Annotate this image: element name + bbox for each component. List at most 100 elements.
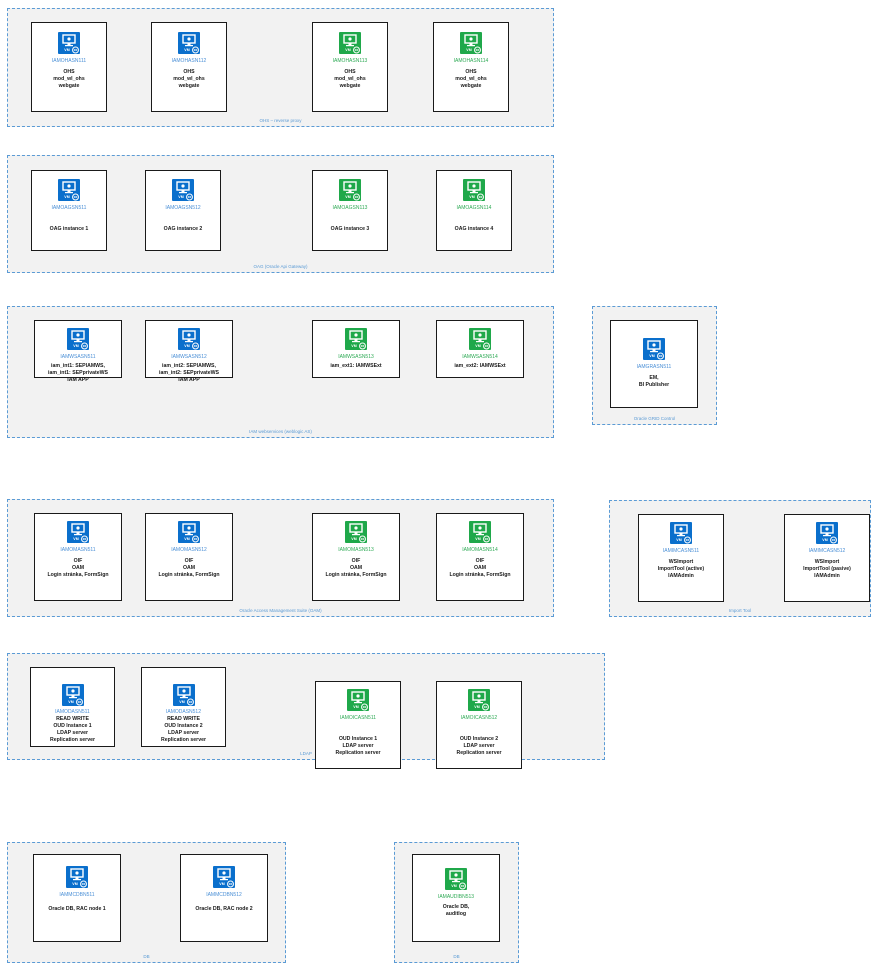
vm-description: OUD Instance 2 LDAP server Replication ser…	[437, 736, 521, 757]
vm-description-line: iam_int1: SEPIAMWS,	[51, 363, 105, 369]
vm-node: VM IAMOMASN514 OIF OAM Login stránka, FormSi…	[436, 513, 524, 601]
vm-monitor-icon: VM	[65, 686, 83, 706]
vm-description-line: webgate	[339, 83, 361, 89]
vm-hostname: IAMWSASN513	[338, 354, 374, 360]
vm-icon: VM	[58, 32, 80, 54]
vm-hostname: IAMODASN511	[55, 709, 90, 715]
vm-hostname: IAMOMASN512	[171, 547, 207, 553]
vm-description-line: Oracle DB, RAC node 2	[195, 906, 253, 912]
vm-node: VM IAMIMCASN512 WSImport ImportTool (pasive…	[784, 514, 870, 602]
vm-hostname: IAMOAGSN512	[165, 205, 201, 211]
vm-description: iam_int1: SEPIAMWS, iam_int1: SEPprivateW…	[35, 363, 121, 384]
vm-icon: VM	[213, 866, 235, 888]
vm-description-line: Oracle DB, RAC node 1	[48, 906, 106, 912]
vm-node: VM IAMIMCASN511 WSImport ImportTool (active…	[638, 514, 724, 602]
svg-text:VM: VM	[72, 882, 77, 886]
vm-description-line: ImportTool (pasive)	[803, 566, 851, 572]
vm-description-line: OUD Instance 1	[338, 736, 378, 742]
vm-description-line: EM,	[649, 375, 659, 381]
vm-description-line: IAM APP	[67, 377, 89, 383]
vm-monitor-icon: VM	[464, 34, 481, 54]
group-label: Oracle Access Management Suite (OAM)	[239, 608, 322, 613]
vm-description-line: Login stránka, FormSign	[158, 572, 220, 578]
vm-description: OUD Instance 1 LDAP server Replication ser…	[316, 736, 400, 757]
vm-node: VM IAMOMASN512 OIF OAM Login stránka, FormSi…	[145, 513, 233, 601]
vm-hostname: IAMOAGSN113	[332, 205, 368, 211]
vm-description: OIF OAM Login stránka, FormSign	[313, 558, 399, 579]
vm-node: VM IAMWSASN512 iam_int2: SEPIAMWS, iam_int2…	[145, 320, 233, 383]
vm-icon: VM	[178, 328, 200, 350]
vm-description-line: mod_wl_ohs	[53, 76, 85, 82]
vm-description: iam_ext2: IAMWSExt	[437, 363, 523, 370]
vm-monitor-icon: VM	[182, 34, 199, 54]
vm-hostname: IAMMCDBN511	[59, 892, 95, 898]
vm-monitor-icon: VM	[62, 181, 79, 201]
vm-description-line: iam_int2: SEPIAMWS,	[162, 363, 216, 369]
vm-description: OHS mod_wl_ohs webgate	[313, 69, 387, 90]
vm-node: VM IAMMCDBN511 Oracle DB, RAC node 1	[33, 854, 121, 942]
vm-description: OAG instance 3	[313, 226, 387, 233]
group-label: Oracle GRID Control	[633, 416, 676, 421]
vm-monitor-icon: VM	[343, 34, 360, 54]
vm-node: VM IAMODASN511 READ WRITE OUD Instance 1 LDA…	[30, 667, 115, 747]
vm-hostname: IAMOMASN514	[462, 547, 498, 553]
vm-node: VM IAMWSASN513 iam_ext1: IAMWSExt	[312, 320, 400, 378]
vm-description-line: IAMAdmin	[668, 573, 694, 579]
vm-description-line: Replication server	[50, 737, 95, 743]
vm-icon: VM	[172, 684, 195, 706]
vm-description-line: OHS	[465, 69, 477, 75]
svg-text:VM: VM	[184, 344, 189, 348]
group-label: OHS – reverse proxy	[259, 118, 302, 123]
vm-description-line: Login stránka, FormSign	[325, 572, 387, 578]
vm-description-line: Login stránka, FormSign	[449, 572, 511, 578]
vm-icon: VM	[58, 179, 80, 201]
vm-description: READ WRITE OUD Instance 1 LDAP server Repli…	[31, 716, 114, 744]
vm-description-line: OAM	[473, 565, 487, 571]
vm-description: READ WRITE OUD Instance 2 LDAP server Repli…	[142, 716, 225, 744]
vm-hostname: IAMIMCASN511	[662, 548, 700, 554]
vm-node: VM IAMOAGSN511 OAG instance 1	[31, 170, 107, 251]
vm-hostname: IAMWSASN514	[462, 354, 498, 360]
vm-description-line: BI Publisher	[638, 382, 670, 388]
vm-description-line: READ WRITE	[56, 716, 89, 722]
svg-text:VM: VM	[64, 195, 69, 199]
vm-node: VM IAMOHASN113 OHS mod_wl_ohs webgate	[312, 22, 388, 112]
vm-monitor-icon: VM	[472, 691, 489, 711]
vm-description-line: auditlog	[445, 911, 467, 917]
vm-node: VM IAMOICASN512 OUD Instance 2 LDAP server R…	[436, 681, 522, 769]
vm-description-line: LDAP server	[56, 730, 89, 736]
vm-description-line: OAG instance 2	[163, 226, 203, 232]
vm-hostname: IAMGRASN511	[636, 364, 672, 370]
vm-description: OAG instance 2	[146, 226, 220, 233]
vm-hostname: IAMWSASN511	[60, 354, 96, 360]
vm-description: OIF OAM Login stránka, FormSign	[437, 558, 523, 579]
vm-description: WSImport ImportTool (active) IAMAdmin	[639, 559, 723, 580]
svg-text:VM: VM	[351, 537, 356, 541]
vm-hostname: IAMOICASN511	[339, 715, 377, 721]
vm-hostname: IAMIMCASN512	[808, 548, 846, 554]
svg-text:VM: VM	[475, 537, 480, 541]
vm-description: EM, BI Publisher	[611, 375, 697, 389]
vm-icon: VM	[469, 328, 491, 350]
vm-hostname: IAMWSASN512	[171, 354, 207, 360]
vm-description-line: Replication server	[161, 737, 206, 743]
vm-node: VM IAMOMASN513 OIF OAM Login stránka, FormSi…	[312, 513, 400, 601]
vm-description-line: OUD Instance 2	[164, 723, 203, 729]
vm-description-line: OAM	[71, 565, 85, 571]
vm-icon: VM	[460, 32, 482, 54]
vm-hostname: IAMOAGSN511	[51, 205, 87, 211]
vm-monitor-icon: VM	[351, 691, 368, 711]
svg-text:VM: VM	[649, 354, 654, 358]
vm-icon: VM	[172, 179, 194, 201]
vm-description-line: webgate	[178, 83, 200, 89]
vm-icon: VM	[339, 32, 361, 54]
vm-description: Oracle DB, RAC node 2	[181, 906, 267, 913]
vm-node: VM IAMOAGSN114 OAG instance 4	[436, 170, 512, 251]
svg-text:VM: VM	[178, 195, 183, 199]
vm-description-line: OAG instance 3	[330, 226, 370, 232]
vm-hostname: IAMOAGSN114	[456, 205, 492, 211]
svg-text:VM: VM	[64, 48, 69, 52]
vm-description: iam_ext1: IAMWSExt	[313, 363, 399, 370]
vm-description-line: OAG instance 4	[454, 226, 494, 232]
vm-icon: VM	[445, 868, 467, 890]
